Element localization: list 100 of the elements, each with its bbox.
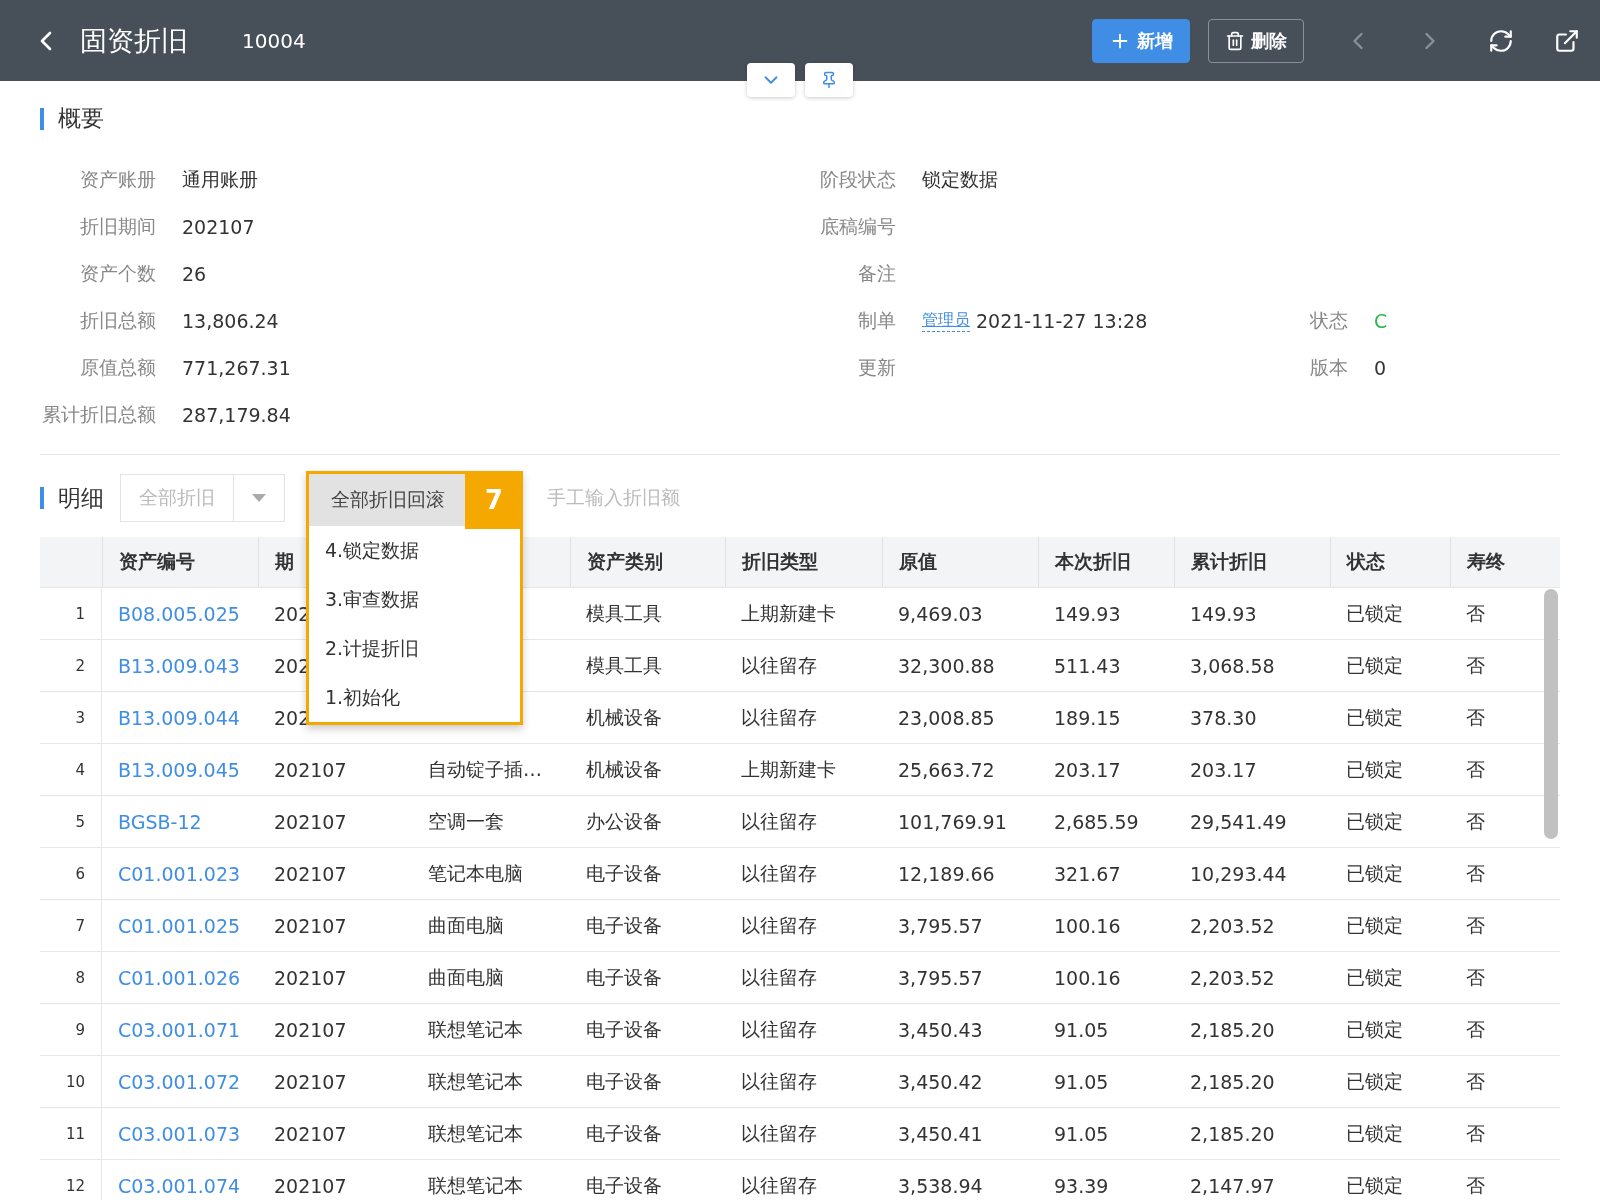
field-label: 折旧总额	[80, 307, 156, 333]
row-number: 4	[40, 744, 102, 795]
table-cell-text: 已锁定	[1345, 652, 1404, 678]
row-number: 7	[40, 900, 102, 951]
table-cell-text: 149.93	[1189, 602, 1258, 625]
field-value: 771,267.31	[182, 356, 292, 379]
asset-link[interactable]: C03.001.072	[102, 1070, 258, 1093]
table-cell-text: 3,795.57	[897, 914, 984, 937]
table-cell-text: 空调一套	[427, 808, 505, 834]
vertical-scrollbar[interactable]	[1544, 589, 1558, 839]
menu-item[interactable]: 2.计提折旧	[309, 624, 520, 673]
table-cell-text: 202107	[273, 758, 348, 781]
row-number: 12	[40, 1160, 102, 1200]
table-cell-text: 以往留存	[740, 1068, 818, 1094]
table-cell-text: 否	[1465, 912, 1486, 938]
table-cell-text: 否	[1465, 704, 1486, 730]
collapse-button[interactable]	[747, 63, 795, 97]
asset-link[interactable]: C03.001.073	[102, 1122, 258, 1145]
table-cell-text: 23,008.85	[897, 706, 996, 729]
row-number: 2	[40, 640, 102, 691]
table-cell-text: 已锁定	[1345, 860, 1404, 886]
table-cell-text: 202107	[273, 1018, 348, 1041]
field-label: 折旧期间	[80, 213, 156, 239]
field-value: 通用账册	[182, 166, 259, 192]
row-number: 5	[40, 796, 102, 847]
section-title: 概要	[58, 104, 104, 133]
pin-button[interactable]	[805, 63, 853, 97]
pin-icon	[820, 71, 838, 89]
field-label: 备注	[858, 260, 896, 286]
table-cell-text: 电子设备	[585, 912, 663, 938]
table-cell-text: 202107	[273, 1174, 348, 1197]
record-number: 10004	[242, 28, 307, 53]
table-cell-text: 9,469.03	[897, 602, 984, 625]
table-cell-text: 202107	[273, 1122, 348, 1145]
table-cell-text: 202107	[273, 1070, 348, 1093]
delete-button[interactable]: 删除	[1208, 18, 1304, 63]
table-cell-text: 202107	[273, 810, 348, 833]
external-link-icon	[1554, 27, 1580, 54]
table-cell-text: 2,203.52	[1189, 914, 1276, 937]
column-header: 寿终	[1450, 537, 1560, 587]
asset-link[interactable]: B13.009.045	[102, 758, 258, 781]
row-number: 3	[40, 692, 102, 743]
caret-icon	[252, 494, 266, 502]
table-cell-text: 2,147.97	[1189, 1174, 1276, 1197]
table-cell-text: 378.30	[1189, 706, 1258, 729]
table-cell-text: 以往留存	[740, 652, 818, 678]
field-value: 202107	[182, 215, 256, 238]
table-cell-text: 以往留存	[740, 1120, 818, 1146]
rollback-all-button[interactable]: 全部折旧回滚	[309, 474, 467, 526]
table-cell-text: 否	[1465, 1172, 1486, 1198]
table-cell-text: 否	[1465, 1120, 1486, 1146]
asset-link[interactable]: C01.001.023	[102, 862, 258, 885]
table-cell-text: 202107	[273, 862, 348, 885]
row-number: 8	[40, 952, 102, 1003]
table-cell-text: 2,203.52	[1189, 966, 1276, 989]
table-cell-text: 203.17	[1053, 758, 1122, 781]
table-cell-text: 91.05	[1053, 1018, 1110, 1041]
table-cell-text: 以往留存	[740, 808, 818, 834]
table-cell-text: 2,185.20	[1189, 1070, 1276, 1093]
column-header: 资产编号	[102, 537, 258, 587]
table-cell-text: 93.39	[1053, 1174, 1110, 1197]
table-cell-text: 电子设备	[585, 860, 663, 886]
asset-link[interactable]: BGSB-12	[102, 810, 258, 833]
asset-link[interactable]: B08.005.025	[102, 602, 258, 625]
step-badge: 7	[465, 471, 523, 529]
field-label: 更新	[858, 354, 896, 380]
user-link[interactable]: 管理员	[922, 309, 970, 332]
table-cell-text: 自动锭子插…	[427, 756, 543, 782]
asset-link[interactable]: B13.009.043	[102, 654, 258, 677]
table-cell-text: 否	[1465, 1016, 1486, 1042]
menu-item[interactable]: 3.审查数据	[309, 575, 520, 624]
table-cell-text: 电子设备	[585, 1172, 663, 1198]
table-cell-text: 已锁定	[1345, 964, 1404, 990]
table-cell-text: 511.43	[1053, 654, 1122, 677]
menu-item[interactable]: 4.锁定数据	[309, 526, 520, 575]
table-cell-text: 已锁定	[1345, 1120, 1404, 1146]
table-cell-text: 否	[1465, 808, 1486, 834]
table-cell-text: 已锁定	[1345, 600, 1404, 626]
asset-link[interactable]: C03.001.074	[102, 1174, 258, 1197]
asset-link[interactable]: C01.001.026	[102, 966, 258, 989]
asset-link[interactable]: B13.009.044	[102, 706, 258, 729]
table-cell-text: 321.67	[1053, 862, 1122, 885]
table-cell-text: 100.16	[1053, 966, 1122, 989]
asset-link[interactable]: C01.001.025	[102, 914, 258, 937]
table-cell-text: 100.16	[1053, 914, 1122, 937]
add-button[interactable]: 新增	[1092, 18, 1190, 63]
table-cell-text: 2,685.59	[1053, 810, 1140, 833]
row-number: 11	[40, 1108, 102, 1159]
column-header: 折旧类型	[725, 537, 882, 587]
table-cell-text: 电子设备	[585, 1016, 663, 1042]
table-cell-text: 否	[1465, 756, 1486, 782]
table-cell-text: 机械设备	[585, 756, 663, 782]
menu-item[interactable]: 1.初始化	[309, 673, 520, 722]
table-cell-text: 曲面电脑	[427, 912, 505, 938]
section-title: 明细	[58, 483, 104, 513]
table-cell-text: 否	[1465, 860, 1486, 886]
table-cell-text: 以往留存	[740, 704, 818, 730]
table-cell-text: 202107	[273, 914, 348, 937]
table-cell-text: 10,293.44	[1189, 862, 1288, 885]
asset-link[interactable]: C03.001.071	[102, 1018, 258, 1041]
